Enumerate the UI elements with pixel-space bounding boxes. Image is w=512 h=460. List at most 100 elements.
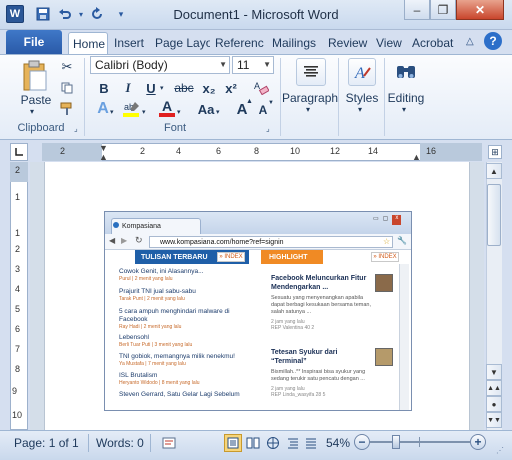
divider [280,58,281,136]
highlight-index-link: » INDEX [371,252,399,262]
browser-window-controls-icon: ▭ ▢ x [373,215,407,225]
next-page-icon[interactable]: ▼▼ [486,412,502,428]
font-launcher-icon[interactable]: ⌟ [266,124,270,133]
clipboard-launcher-icon[interactable]: ⌟ [74,124,78,133]
browser-tab: Kompasiana [111,218,201,234]
word-count[interactable]: Words: 0 [96,436,144,450]
paragraph-dropdown-icon[interactable]: ▾ [306,105,310,114]
underline-button[interactable]: U [143,80,159,96]
print-layout-view-icon[interactable] [224,434,242,452]
tab-mailings[interactable]: Mailings [268,32,322,54]
close-button[interactable]: ✕ [456,0,504,20]
full-screen-reading-icon[interactable] [244,434,262,452]
ruler-tick: 6 [216,146,222,156]
browse-object-icon[interactable]: ● [486,396,502,412]
highlight-title: Tetesan Syukur dari “Terminal” [271,349,338,365]
zoom-out-button[interactable]: − [354,434,370,450]
inserted-screenshot-image[interactable]: Kompasiana ▭ ▢ x ◀ ▶ ↻ www.kompasiana.com/… [104,211,412,411]
post-meta: Ya Mustafa | 7 menit yang lalu [119,361,186,367]
previous-page-icon[interactable]: ▲▲ [486,380,502,396]
italic-button[interactable]: I [120,80,136,96]
tab-home[interactable]: Home [68,32,108,54]
underline-dropdown-icon[interactable]: ▾ [160,84,164,92]
styles-button[interactable]: Styles [342,91,382,105]
help-icon[interactable]: ? [484,32,502,50]
paste-dropdown-icon[interactable]: ▾ [30,107,34,116]
web-layout-icon[interactable] [264,434,282,452]
font-family-select[interactable]: Calibri (Body) ▼ [90,56,230,74]
bold-button[interactable]: B [96,80,112,96]
page-count[interactable]: Page: 1 of 1 [14,436,79,450]
draft-view-icon[interactable] [302,434,320,452]
divider [384,58,385,136]
editing-button[interactable]: Editing [386,91,426,105]
text-highlight-icon[interactable]: ab [122,100,142,118]
tab-references[interactable]: Referenc [211,32,267,54]
track-changes-icon[interactable] [160,434,178,452]
font-color-letter: A [161,98,173,114]
paste-button[interactable]: Paste [20,93,52,107]
tab-acrobat[interactable]: Acrobat [408,32,458,54]
svg-text:A: A [354,65,365,82]
zoom-slider-thumb[interactable] [392,435,400,449]
scrollbar-thumb[interactable] [487,184,501,246]
resize-grip-icon[interactable]: ⋰ [496,446,504,455]
minimize-button[interactable]: – [404,0,430,20]
browser-tab-title: Kompasiana [122,223,161,230]
paragraph-icon[interactable] [296,58,326,86]
tab-review[interactable]: Review [324,32,368,54]
post-title: ISL Brutalism [119,372,158,379]
ruler-tick: 10 [12,410,23,420]
zoom-in-button[interactable]: + [470,434,486,450]
clear-formatting-icon[interactable]: A [252,78,270,96]
zoom-slider-track[interactable] [370,441,470,443]
copy-icon[interactable] [58,79,76,97]
ruler-tick: 5 [15,304,21,314]
paste-icon[interactable] [20,60,50,92]
outline-view-icon[interactable] [284,434,302,452]
binoculars-icon[interactable] [392,58,420,86]
post-meta: Purul | 2 menit yang lalu [119,276,173,282]
cut-icon[interactable]: ✂ [58,58,76,76]
view-ruler-icon[interactable]: ⊞ [488,145,502,159]
highlight-excerpt: Sesuatu yang menyenangkan apabila dapat … [271,295,371,315]
paragraph-button[interactable]: Paragraph [282,91,338,105]
tab-selector[interactable] [10,143,28,161]
tab-page-layout[interactable]: Page Layo [151,32,210,54]
zoom-level[interactable]: 54% [326,436,350,450]
scroll-down-icon[interactable]: ▼ [486,364,502,380]
ruler-tick: 10 [290,146,301,156]
strikethrough-button[interactable]: abc [172,80,196,96]
tab-file[interactable]: File [6,30,62,54]
scroll-up-icon[interactable]: ▲ [486,163,502,179]
tab-view[interactable]: View [372,32,404,54]
format-painter-icon[interactable] [58,100,76,118]
chevron-down-icon: ▼ [263,60,271,69]
ruler-tick: 4 [176,146,182,156]
superscript-button[interactable]: x² [222,80,240,96]
styles-dropdown-icon[interactable]: ▾ [358,105,362,114]
highlight-dropdown-icon[interactable]: ▾ [142,108,146,116]
highlight-stats: REP Valentina 40 2 [271,325,315,331]
styles-icon[interactable]: A [348,58,376,86]
text-effects-dropdown-icon[interactable]: ▾ [110,108,114,116]
restore-button[interactable]: ❐ [430,0,456,20]
highlight-excerpt: Bismillah..** Inspirasi bisa syukur yang… [271,369,366,382]
post-meta: Tarak Punt | 2 menit yang lalu [119,296,185,302]
change-case-button[interactable]: Aa [194,100,218,118]
subscript-button[interactable]: x₂ [200,80,218,96]
list-item: TNI gobiok, memangnya milik nenekmu! Ya … [119,353,243,368]
collapse-ribbon-icon[interactable]: △ [466,36,474,47]
change-case-dropdown-icon[interactable]: ▾ [216,108,220,116]
right-indent-marker[interactable]: ▲ [412,152,421,162]
post-title: Cowok Genit, ini Alasannya... [119,268,204,275]
hanging-indent-marker[interactable]: ▲ [99,152,108,162]
font-size-select[interactable]: 11 ▼ [232,56,274,74]
tab-insert[interactable]: Insert [110,32,150,54]
font-color-button[interactable]: A [158,99,176,118]
browser-url-text: www.kompasiana.com/home?ref=signin [160,238,284,246]
font-color-dropdown-icon[interactable]: ▾ [177,108,181,116]
highlight-item: Tetesan Syukur dari “Terminal” Bismillah… [271,348,371,398]
editing-dropdown-icon[interactable]: ▾ [402,105,406,114]
highlight-item: Facebook Meluncurkan Fitur Mendengarkan … [271,274,371,331]
